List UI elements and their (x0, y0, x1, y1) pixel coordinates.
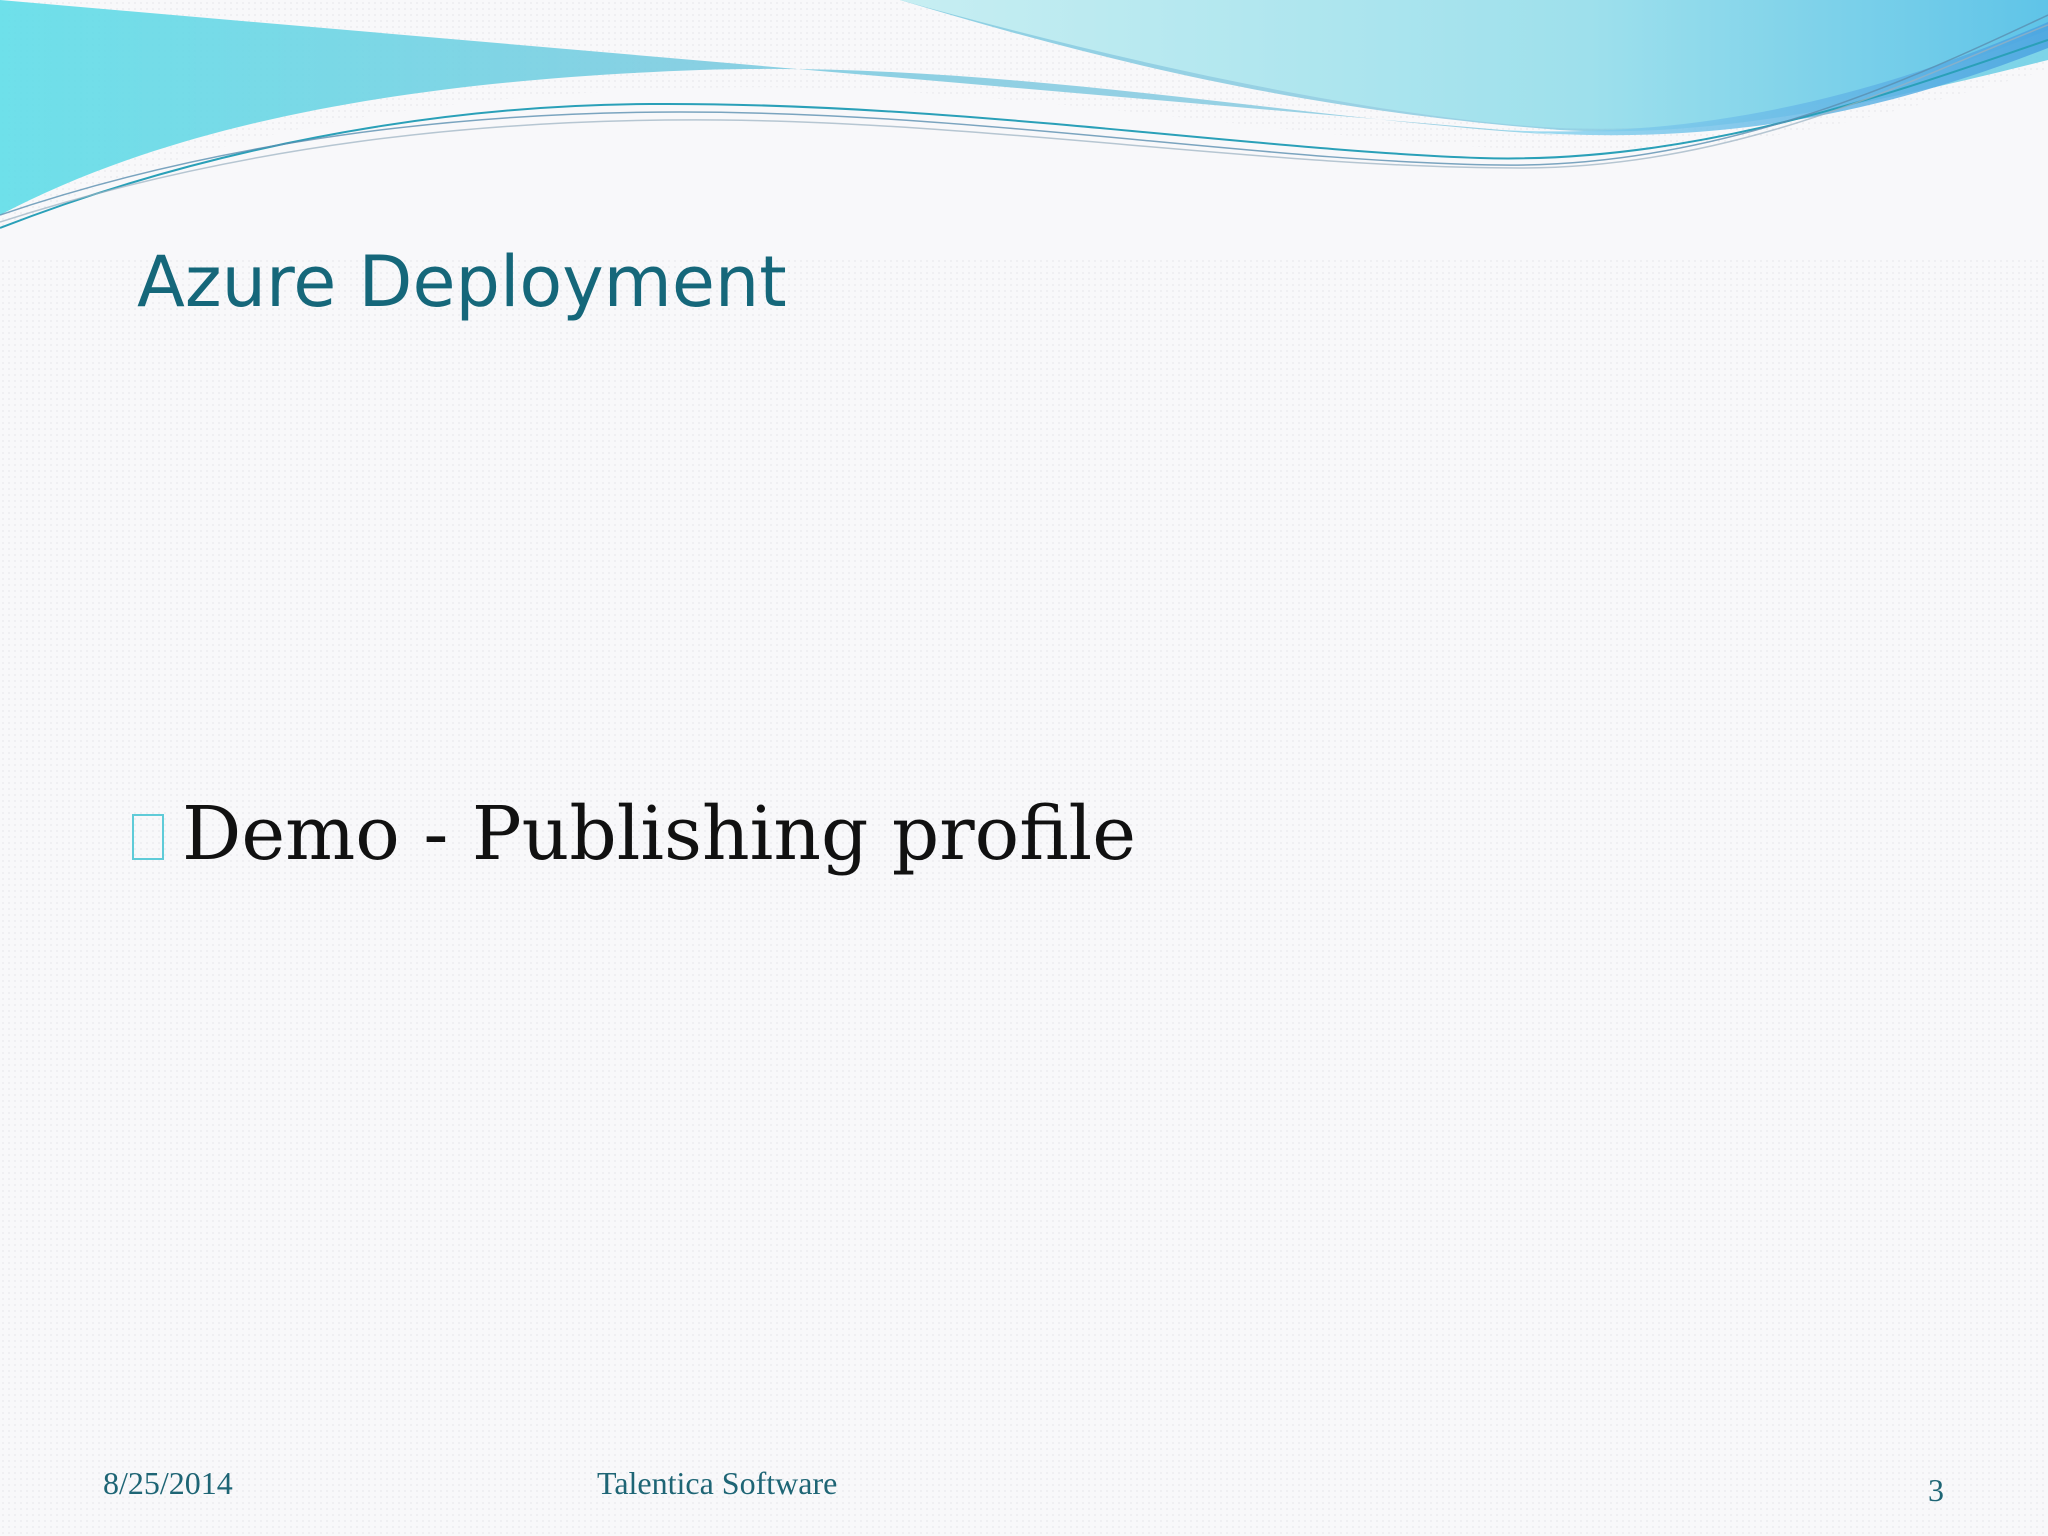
slide-title: Azure Deployment (137, 241, 787, 323)
bullet-text: Demo - Publishing profile (182, 791, 1137, 877)
header-wave-decoration (0, 0, 2048, 260)
footer-page-number: 3 (1928, 1472, 1944, 1508)
footer-date: 8/25/2014 (103, 1465, 233, 1501)
square-bullet-icon (132, 814, 164, 861)
bullet-item: Demo - Publishing profile (132, 790, 1136, 879)
slide: Azure Deployment Demo - Publishing profi… (0, 0, 2048, 1536)
footer-company: Talentica Software (597, 1465, 838, 1501)
